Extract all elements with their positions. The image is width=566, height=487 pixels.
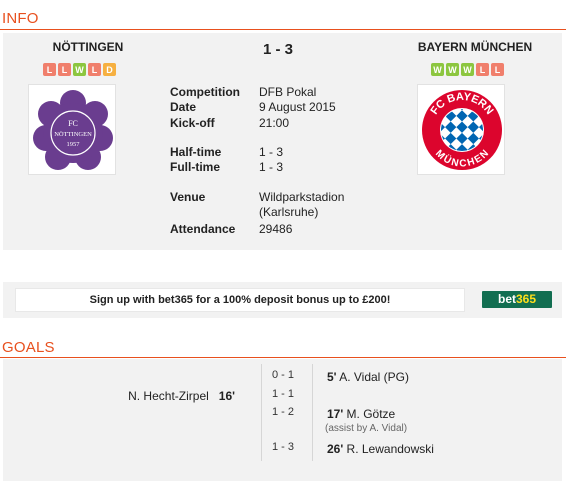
form-badge: L xyxy=(491,63,504,76)
form-badge: W xyxy=(461,63,474,76)
match-score: 1 - 3 xyxy=(263,41,294,58)
goal-scorer[interactable]: N. Hecht-Zirpel xyxy=(128,389,209,403)
home-team-name[interactable]: NÖTTINGEN xyxy=(18,40,158,54)
home-team-form: L L W L D xyxy=(43,63,116,76)
info-section-title: INFO xyxy=(2,10,39,27)
crest-text: NÖTTINGEN xyxy=(54,131,92,138)
bet365-logo[interactable]: bet365 xyxy=(482,291,552,308)
goal-running-score: 1 - 3 xyxy=(271,441,294,453)
halftime-label: Half-time xyxy=(170,145,222,159)
venue-label: Venue xyxy=(170,190,206,204)
away-team-name[interactable]: BAYERN MÜNCHEN xyxy=(405,40,545,54)
away-goal: 26' R. Lewandowski xyxy=(327,442,434,456)
goal-running-score: 0 - 1 xyxy=(271,369,294,381)
goal-running-score: 1 - 1 xyxy=(271,388,294,400)
kickoff-label: Kick-off xyxy=(170,116,215,130)
form-badge: L xyxy=(58,63,71,76)
bayern-crest-icon: FC BAYERN MÜNCHEN xyxy=(420,88,504,172)
home-goal: N. Hecht-Zirpel 16' xyxy=(100,389,235,403)
crest-text: 1957 xyxy=(67,141,81,148)
venue-city: (Karlsruhe) xyxy=(259,205,319,219)
goal-scorer[interactable]: M. Götze xyxy=(347,407,396,421)
competition-label: Competition xyxy=(170,85,240,99)
fulltime-label: Full-time xyxy=(170,160,220,174)
form-badge: L xyxy=(88,63,101,76)
goal-minute: 5' xyxy=(327,370,337,384)
goal-scorer[interactable]: A. Vidal (PG) xyxy=(339,370,409,384)
home-team-crest[interactable]: FC NÖTTINGEN 1957 xyxy=(28,84,116,175)
form-badge: L xyxy=(476,63,489,76)
away-team-form: W W W L L xyxy=(431,63,504,76)
promo-banner[interactable]: Sign up with bet365 for a 100% deposit b… xyxy=(15,288,465,312)
form-badge: W xyxy=(73,63,86,76)
info-section-rule xyxy=(0,29,566,30)
away-goal: 17' M. Götze xyxy=(327,407,395,421)
attendance-label: Attendance xyxy=(170,222,236,236)
competition-value[interactable]: DFB Pokal xyxy=(259,85,316,99)
goals-section-title: GOALS xyxy=(2,339,55,356)
away-team-crest[interactable]: FC BAYERN MÜNCHEN xyxy=(417,84,505,175)
form-badge: W xyxy=(431,63,444,76)
fulltime-value: 1 - 3 xyxy=(259,160,284,174)
goals-section-rule xyxy=(0,357,566,358)
halftime-value: 1 - 3 xyxy=(259,145,284,159)
form-badge: D xyxy=(103,63,116,76)
nottingen-crest-icon: FC NÖTTINGEN 1957 xyxy=(33,90,113,170)
date-value: 9 August 2015 xyxy=(259,100,336,114)
goal-assist: (assist by A. Vidal) xyxy=(325,423,408,434)
kickoff-value: 21:00 xyxy=(259,116,290,130)
goal-minute: 26' xyxy=(327,442,344,456)
goal-divider xyxy=(312,364,313,461)
goal-scorer[interactable]: R. Lewandowski xyxy=(347,442,434,456)
form-badge: L xyxy=(43,63,56,76)
attendance-value: 29486 xyxy=(259,222,293,236)
goal-running-score: 1 - 2 xyxy=(271,406,294,418)
date-label: Date xyxy=(170,100,197,114)
logo-text: 365 xyxy=(515,292,537,306)
away-goal: 5' A. Vidal (PG) xyxy=(327,370,409,384)
goal-minute: 16' xyxy=(218,389,235,403)
venue-value[interactable]: Wildparkstadion xyxy=(259,190,344,204)
logo-text: bet xyxy=(497,292,516,306)
form-badge: W xyxy=(446,63,459,76)
crest-text: FC xyxy=(68,119,78,128)
goal-minute: 17' xyxy=(327,407,344,421)
